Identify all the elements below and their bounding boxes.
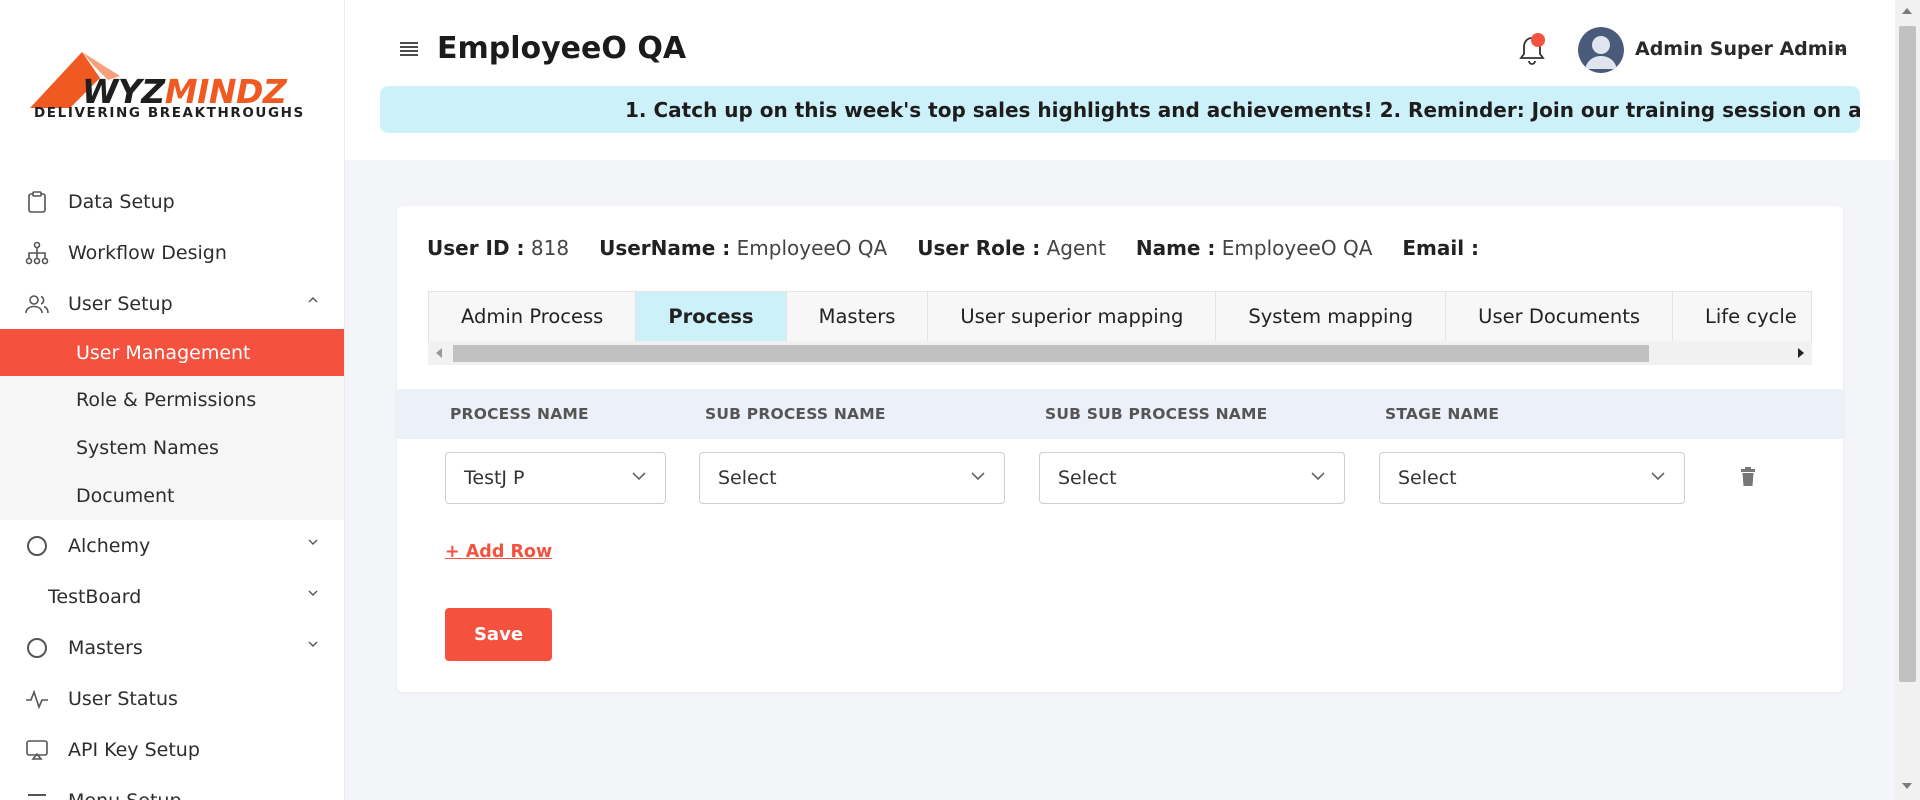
user-id-info: User ID : 818 [427, 236, 570, 260]
user-info-row: User ID : 818 UserName : EmployeeO QA Us… [427, 236, 1509, 260]
sidebar-item-label: API Key Setup [68, 738, 200, 761]
logo-tagline: DELIVERING BREAKTHROUGHS [34, 105, 305, 121]
select-value: TestJ P [464, 467, 525, 489]
chevron-down-icon [1651, 472, 1665, 481]
scroll-up-arrow-icon[interactable] [1902, 8, 1912, 14]
sidebar-item-user-management[interactable]: User Management [0, 329, 344, 376]
sidebar-item-label: Masters [68, 636, 143, 659]
tabs-scrollbar[interactable] [428, 341, 1812, 365]
avatar[interactable] [1578, 27, 1624, 73]
sub-sub-process-name-select[interactable]: Select [1039, 452, 1345, 504]
sidebar-item-masters[interactable]: Masters [0, 622, 344, 673]
sidebar-nav: Data Setup Workflow Design User Setup Us… [0, 176, 344, 800]
save-button[interactable]: Save [445, 608, 552, 661]
process-name-select[interactable]: TestJ P [445, 452, 666, 504]
select-value: Select [1398, 467, 1457, 489]
sidebar-item-label: Menu Setup [68, 790, 182, 800]
chevron-down-icon[interactable] [1835, 45, 1847, 53]
sidebar-item-label: Alchemy [68, 534, 151, 557]
sidebar-item-label: User Setup [68, 292, 173, 315]
column-header-process-name: PROCESS NAME [450, 405, 589, 423]
table-header: PROCESS NAME SUB PROCESS NAME SUB SUB PR… [397, 389, 1843, 439]
chevron-down-icon [1311, 472, 1325, 481]
chevron-up-icon [308, 297, 318, 303]
sidebar-item-label: TestBoard [48, 585, 142, 608]
top-header: EmployeeO QA Admin Super Admin 1. Catch … [345, 0, 1895, 160]
sidebar-item-testboard[interactable]: TestBoard [0, 571, 344, 622]
scroll-down-arrow-icon[interactable] [1902, 783, 1912, 789]
chevron-down-icon [632, 472, 646, 481]
activity-icon [24, 686, 50, 712]
hamburger-menu-icon[interactable] [399, 40, 419, 58]
circle-icon [24, 635, 50, 661]
select-value: Select [1058, 467, 1117, 489]
workflow-icon [24, 240, 50, 266]
tab-system-mapping[interactable]: System mapping [1216, 292, 1447, 341]
tab-admin-process[interactable]: Admin Process [429, 292, 637, 341]
column-header-sub-sub-process-name: SUB SUB PROCESS NAME [1045, 405, 1268, 423]
sidebar-item-document[interactable]: Document [0, 472, 344, 520]
page-title: EmployeeO QA [437, 31, 687, 66]
sidebar-item-role-permissions[interactable]: Role & Permissions [0, 376, 344, 424]
clipboard-icon [24, 189, 50, 215]
screen-icon [24, 737, 50, 763]
sidebar-item-user-setup[interactable]: User Setup [0, 278, 344, 329]
user-setup-submenu: User Management Role & Permissions Syste… [0, 329, 344, 520]
scrollbar-thumb[interactable] [1899, 26, 1916, 682]
users-icon [24, 291, 50, 317]
sidebar-item-system-names[interactable]: System Names [0, 424, 344, 472]
scroll-right-arrow-icon[interactable] [1798, 348, 1804, 358]
column-header-sub-process-name: SUB PROCESS NAME [705, 405, 886, 423]
page-scrollbar[interactable] [1895, 0, 1920, 800]
trash-icon[interactable] [1740, 467, 1756, 487]
sidebar-item-label: Workflow Design [68, 241, 227, 264]
sidebar-item-label: User Status [68, 687, 178, 710]
tab-masters[interactable]: Masters [787, 292, 929, 341]
tab-bar: Admin Process Process Masters User super… [428, 291, 1812, 341]
sidebar: WYZMINDZ DELIVERING BREAKTHROUGHS Data S… [0, 0, 345, 800]
tab-life-cycle[interactable]: Life cycle [1673, 292, 1811, 341]
select-value: Select [718, 467, 777, 489]
company-logo[interactable]: WYZMINDZ DELIVERING BREAKTHROUGHS [30, 50, 315, 125]
sidebar-item-api-key-setup[interactable]: API Key Setup [0, 724, 344, 775]
sidebar-item-menu-setup[interactable]: Menu Setup [0, 775, 344, 800]
add-row-link[interactable]: + Add Row [445, 542, 552, 562]
sidebar-item-label: Data Setup [68, 190, 175, 213]
menu-icon [24, 788, 50, 800]
email-info: Email : [1402, 236, 1480, 260]
sidebar-item-workflow-design[interactable]: Workflow Design [0, 227, 344, 278]
sidebar-item-user-status[interactable]: User Status [0, 673, 344, 724]
column-header-stage-name: STAGE NAME [1385, 405, 1500, 423]
name-info: Name : EmployeeO QA [1135, 236, 1373, 260]
chevron-down-icon [308, 590, 318, 596]
announcement-ticker: 1. Catch up on this week's top sales hig… [380, 86, 1860, 133]
chevron-down-icon [971, 472, 985, 481]
stage-name-select[interactable]: Select [1379, 452, 1685, 504]
scroll-left-arrow-icon[interactable] [436, 348, 442, 358]
chevron-down-icon [308, 641, 318, 647]
user-avatar-icon [1578, 27, 1624, 73]
tabs-container: Admin Process Process Masters User super… [428, 291, 1812, 371]
tab-user-superior-mapping[interactable]: User superior mapping [928, 292, 1217, 341]
circle-icon [24, 533, 50, 559]
sidebar-item-data-setup[interactable]: Data Setup [0, 176, 344, 227]
ticker-text: 1. Catch up on this week's top sales hig… [625, 98, 1860, 122]
username-info: UserName : EmployeeO QA [599, 236, 888, 260]
chevron-down-icon [308, 539, 318, 545]
user-detail-card: User ID : 818 UserName : EmployeeO QA Us… [397, 206, 1843, 692]
tab-user-documents[interactable]: User Documents [1446, 292, 1673, 341]
sub-process-name-select[interactable]: Select [699, 452, 1005, 504]
user-menu-name[interactable]: Admin Super Admin [1635, 38, 1848, 60]
tabs-scrollbar-thumb[interactable] [453, 345, 1649, 362]
notification-badge [1531, 33, 1545, 47]
sidebar-item-alchemy[interactable]: Alchemy [0, 520, 344, 571]
tab-process[interactable]: Process [636, 292, 787, 341]
user-role-info: User Role : Agent [917, 236, 1106, 260]
